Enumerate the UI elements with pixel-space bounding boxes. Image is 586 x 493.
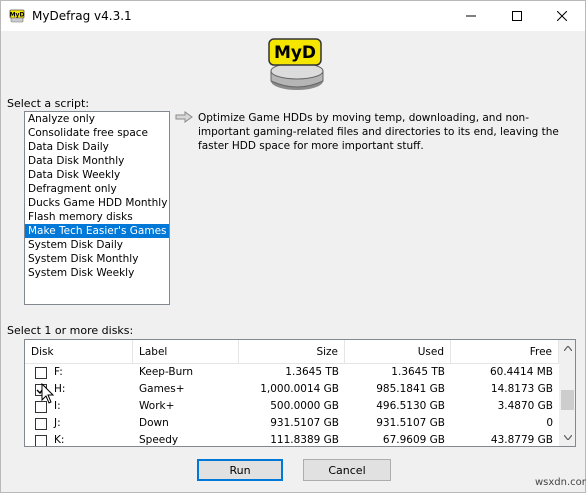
disk-used-cell: 931.5107 GB (376, 417, 445, 429)
disk-free-cell: 60.4414 MB (489, 366, 553, 378)
disk-size-cell: 500.0000 GB (270, 400, 339, 412)
disk-letter: H: (54, 383, 66, 395)
disk-size-cell: 931.5107 GB (270, 417, 339, 429)
script-list-item[interactable]: Data Disk Monthly (25, 154, 169, 168)
cancel-button[interactable]: Cancel (303, 459, 391, 481)
disk-row[interactable]: I: Work+ 500.0000 GB 496.5130 GB 3.4870 GB (25, 398, 559, 415)
script-list-item[interactable]: Analyze only (25, 112, 169, 126)
script-list-item[interactable]: Ducks Game HDD Monthly (25, 196, 169, 210)
disk-checkbox[interactable] (35, 417, 47, 430)
column-header-used[interactable]: Used (345, 340, 451, 364)
minimize-button[interactable] (448, 1, 494, 31)
disk-label-cell: Games+ (139, 383, 185, 395)
close-button[interactable] (539, 1, 585, 31)
chevron-up-icon (563, 346, 572, 351)
disk-letter: K: (54, 434, 65, 446)
disk-label-cell: Keep-Burn (139, 366, 194, 378)
disk-cell: J: (25, 415, 133, 432)
disk-row[interactable]: K: Speedy 111.8389 GB 67.9609 GB 43.8779 GB (25, 432, 559, 446)
mydefrag-logo: MyD (263, 37, 327, 93)
mydefrag-window: MyD MyDefrag v4.3.1 MyD Select a script:… (0, 0, 586, 493)
disk-used-cell: 1.3645 TB (391, 366, 445, 378)
disk-letter: J: (54, 417, 61, 429)
disk-row[interactable]: J: Down 931.5107 GB 931.5107 GB 0 (25, 415, 559, 432)
column-header-free[interactable]: Free (451, 340, 559, 364)
script-list-label: Select a script: (7, 97, 90, 110)
scroll-down-button[interactable] (559, 429, 575, 446)
disk-row[interactable]: F: Keep-Burn 1.3645 TB 1.3645 TB 60.4414 MB (25, 364, 559, 381)
scrollbar-thumb[interactable] (561, 390, 574, 410)
disk-checkbox[interactable] (35, 366, 47, 379)
close-icon (557, 11, 567, 21)
script-list-item[interactable]: Data Disk Weekly (25, 168, 169, 182)
disk-free-cell: 14.8173 GB (490, 383, 553, 395)
column-header-disk[interactable]: Disk (25, 340, 133, 364)
maximize-button[interactable] (494, 1, 540, 31)
disk-row[interactable]: H: Games+ 1,000.0014 GB 985.1841 GB 14.8173 … (25, 381, 559, 398)
disk-list-label: Select 1 or more disks: (7, 324, 134, 337)
app-icon: MyD (9, 9, 25, 23)
disk-cell: K: (25, 432, 133, 446)
disk-free-cell: 43.8779 GB (490, 434, 553, 446)
disk-size-cell: 1,000.0014 GB (260, 383, 339, 395)
maximize-icon (512, 11, 522, 21)
disk-label-cell: Speedy (139, 434, 179, 446)
disk-label-cell: Work+ (139, 400, 175, 412)
script-list-item[interactable]: Defragment only (25, 182, 169, 196)
logo-text: MyD (274, 43, 316, 63)
scroll-up-button[interactable] (559, 340, 575, 357)
disk-size-cell: 1.3645 TB (285, 366, 339, 378)
disk-used-cell: 67.9609 GB (382, 434, 445, 446)
disk-free-cell: 0 (546, 417, 553, 429)
svg-text:MyD: MyD (10, 12, 25, 19)
window-title: MyDefrag v4.3.1 (32, 9, 132, 23)
chevron-down-icon (563, 435, 572, 440)
script-list-item[interactable]: Make Tech Easier's Games HD (25, 224, 169, 238)
script-list-item[interactable]: System Disk Monthly (25, 252, 169, 266)
script-list-item[interactable]: Consolidate free space (25, 126, 169, 140)
mouse-cursor-icon (41, 382, 55, 405)
title-bar: MyD MyDefrag v4.3.1 (1, 1, 585, 31)
disk-table-header: Disk Label Size Used Free (25, 340, 559, 364)
run-button[interactable]: Run (197, 459, 283, 481)
vertical-scrollbar[interactable] (559, 340, 575, 446)
disk-table[interactable]: Disk Label Size Used Free F: Keep-Burn 1.3… (24, 339, 576, 447)
disk-used-cell: 496.5130 GB (376, 400, 445, 412)
minimize-icon (466, 15, 476, 17)
script-list[interactable]: Analyze only Consolidate free space Data D… (24, 111, 170, 305)
script-description: Optimize Game HDDs by moving temp, downl… (198, 112, 559, 152)
script-list-item[interactable]: Flash memory disks (25, 210, 169, 224)
disk-free-cell: 3.4870 GB (497, 400, 553, 412)
script-list-item[interactable]: System Disk Weekly (25, 266, 169, 280)
disk-letter: F: (54, 366, 63, 378)
disk-used-cell: 985.1841 GB (376, 383, 445, 395)
script-list-item[interactable]: System Disk Daily (25, 238, 169, 252)
disk-cell: F: (25, 364, 133, 381)
disk-label-cell: Down (139, 417, 169, 429)
watermark: wsxdn.com (535, 477, 586, 488)
script-list-item[interactable]: Data Disk Daily (25, 140, 169, 154)
column-header-size[interactable]: Size (239, 340, 345, 364)
disk-checkbox[interactable] (35, 434, 47, 446)
column-header-label[interactable]: Label (133, 340, 239, 364)
disk-size-cell: 111.8389 GB (270, 434, 339, 446)
arrow-right-icon (175, 111, 193, 123)
disk-rows: F: Keep-Burn 1.3645 TB 1.3645 TB 60.4414 MB H… (25, 364, 559, 446)
